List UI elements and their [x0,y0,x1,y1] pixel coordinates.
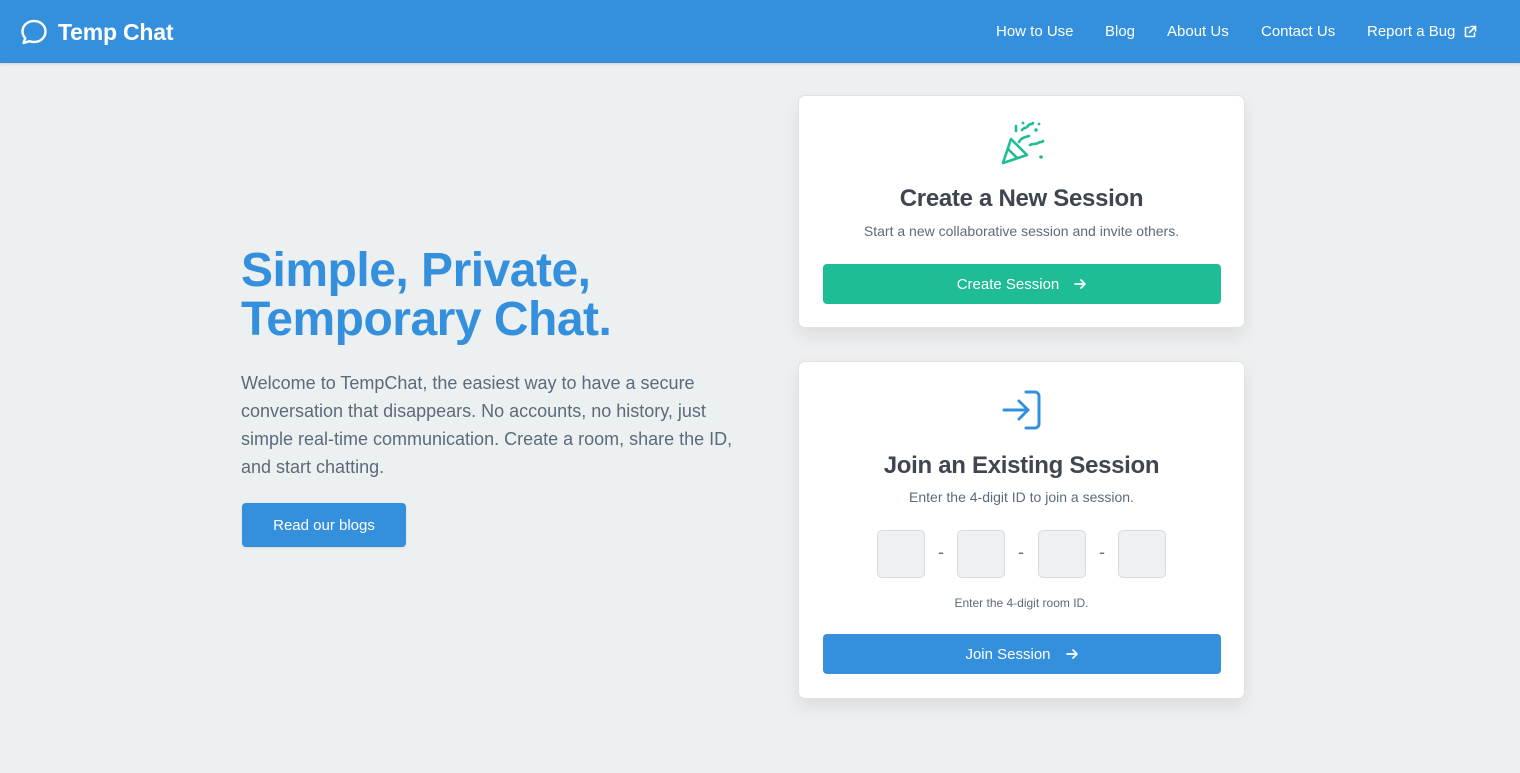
create-session-card: Create a New Session Start a new collabo… [798,95,1245,328]
room-id-input-group: - - - [877,530,1167,578]
hero-title-line1: Simple, Private, [241,244,591,297]
arrow-right-icon [1065,647,1079,661]
join-session-button-label: Join Session [965,645,1051,663]
top-navbar: Temp Chat How to Use Blog About Us Conta… [0,0,1520,63]
nav-contact-us[interactable]: Contact Us [1261,0,1335,63]
nav-how-to-use[interactable]: How to Use [996,0,1074,63]
join-session-button[interactable]: Join Session [823,634,1221,674]
hero-title-line2: Temporary Chat. [241,293,612,346]
join-session-title: Join an Existing Session [883,452,1160,479]
nav-report-bug-label: Report a Bug [1367,23,1456,40]
create-session-title: Create a New Session [899,185,1144,212]
join-session-subtitle: Enter the 4-digit ID to join a session. [909,489,1134,505]
create-session-button[interactable]: Create Session [823,264,1221,304]
room-id-hint: Enter the 4-digit room ID. [954,596,1089,610]
digit-separator: - [938,542,944,562]
sign-in-icon [999,387,1045,433]
digit-separator: - [1099,542,1105,562]
room-id-digit-1[interactable] [877,530,925,578]
hero-description: Welcome to TempChat, the easiest way to … [241,373,733,477]
create-session-button-label: Create Session [956,275,1060,293]
party-popper-icon [999,120,1045,166]
nav-report-bug[interactable]: Report a Bug [1367,0,1477,63]
hero-title: Simple, Private, Temporary Chat. [241,246,761,344]
create-session-subtitle: Start a new collaborative session and in… [863,223,1180,239]
brand-logo-link[interactable]: Temp Chat [20,17,174,47]
nav-blog[interactable]: Blog [1105,0,1135,63]
digit-separator: - [1018,542,1024,562]
room-id-digit-2[interactable] [957,530,1005,578]
brand-name: Temp Chat [58,18,174,45]
room-id-digit-4[interactable] [1118,530,1166,578]
external-link-icon [1463,25,1477,39]
read-blogs-button[interactable]: Read our blogs [242,503,406,547]
room-id-digit-3[interactable] [1038,530,1086,578]
arrow-right-icon [1073,277,1087,291]
nav-about-us[interactable]: About Us [1167,0,1229,63]
chat-bubble-icon [20,18,48,46]
join-session-card: Join an Existing Session Enter the 4-dig… [798,361,1245,699]
